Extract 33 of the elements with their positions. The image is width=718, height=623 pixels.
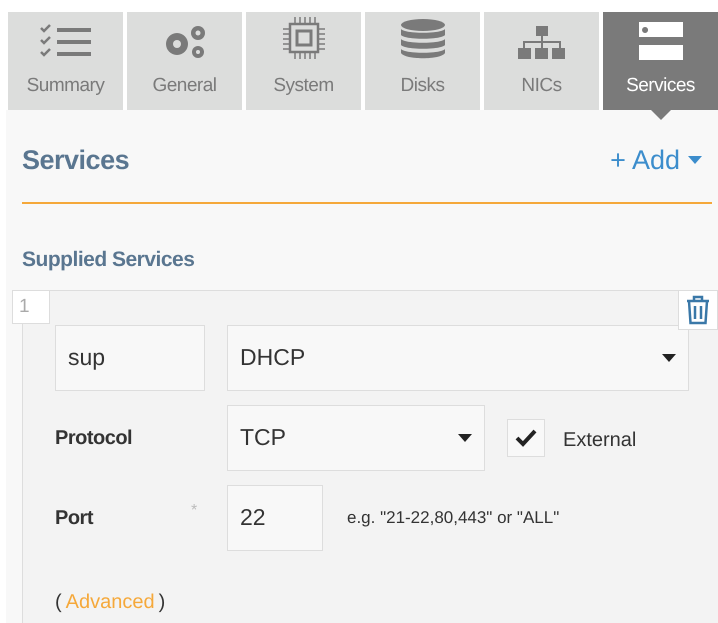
caret-icon (688, 156, 702, 164)
subsection-title: Supplied Services (22, 247, 196, 273)
port-label: Port (55, 506, 94, 530)
paren: ( (55, 590, 62, 614)
external-checkbox[interactable] (507, 418, 545, 456)
entry-number: 1 (12, 290, 50, 324)
external-label: External (563, 428, 636, 452)
caret-icon (662, 354, 676, 362)
protocol-select[interactable]: TCP (227, 404, 485, 470)
port-hint: e.g. "21-22,80,443" or "ALL" (347, 506, 560, 529)
add-button[interactable]: + Add (610, 140, 712, 180)
tab[interactable]: General (127, 12, 242, 110)
paren: ) (158, 590, 166, 614)
protocol-label: Protocol (55, 426, 134, 450)
tab[interactable]: System (246, 12, 361, 110)
caret-icon (458, 434, 472, 442)
advanced-link[interactable]: Advanced (66, 586, 155, 616)
port-field[interactable]: 22 (227, 484, 323, 550)
chip-icon (282, 16, 326, 60)
checklist-icon (38, 24, 92, 60)
name-field[interactable]: sup (55, 324, 205, 390)
server-icon (638, 22, 682, 60)
network-icon (518, 26, 566, 60)
trash-icon (686, 294, 710, 324)
delete-button[interactable] (678, 290, 718, 330)
service-select[interactable]: DHCP (227, 324, 689, 390)
tab[interactable]: Summary (8, 12, 123, 110)
section-title: Services (22, 144, 130, 177)
check-icon (515, 428, 537, 446)
tab[interactable]: Disks (365, 12, 480, 110)
tab[interactable]: NICs (484, 12, 599, 110)
database-icon (400, 18, 446, 60)
required-mark: * (191, 500, 198, 520)
